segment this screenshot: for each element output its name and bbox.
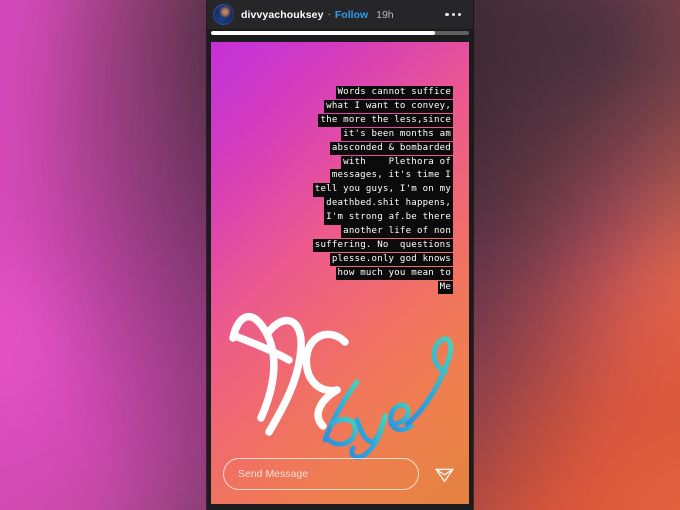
story-header: divvyachouksey · Follow 19h <box>207 0 473 29</box>
caption-line: what I want to convey, <box>324 99 453 114</box>
caption-line: Me <box>437 280 453 295</box>
caption-line: suffering. No questions <box>312 238 453 253</box>
send-paper-plane-icon[interactable] <box>431 461 457 487</box>
story-viewer-screen: divvyachouksey · Follow 19h Words cannot… <box>0 0 680 510</box>
follow-button[interactable]: Follow <box>335 9 368 21</box>
caption-line: another life of non <box>341 225 453 239</box>
caption-line: with Plethora of <box>341 155 453 169</box>
signature-dc-icon <box>229 313 349 436</box>
caption-line: it's been months am <box>341 127 453 142</box>
send-message-bar <box>223 458 457 490</box>
handwriting-bye-icon <box>322 336 454 460</box>
story-media[interactable]: Words cannot suffice what I want to conve… <box>211 42 469 504</box>
send-message-input[interactable] <box>223 458 419 490</box>
caption-line: Words cannot suffice <box>335 86 453 100</box>
caption-line: deathbed.shit happens, <box>324 197 453 211</box>
caption-line: tell you guys, I'm on my <box>312 183 453 197</box>
separator-dot: · <box>327 9 331 20</box>
dot-2 <box>451 12 455 17</box>
more-options-icon[interactable] <box>435 7 463 22</box>
caption-line: plesse.only god knows <box>329 252 453 267</box>
caption-line: messages, it's time I <box>329 169 453 183</box>
story-caption-text: Words cannot suffice what I want to conve… <box>225 86 453 295</box>
story-progress-bar[interactable] <box>211 31 469 35</box>
caption-line: absconded & bombarded <box>329 141 453 156</box>
dot-1 <box>445 12 449 17</box>
caption-line: the more the less,since <box>318 113 453 128</box>
profile-avatar[interactable] <box>213 4 234 25</box>
story-panel: divvyachouksey · Follow 19h Words cannot… <box>207 0 473 510</box>
dot-3 <box>457 12 461 17</box>
story-progress-fill <box>211 31 436 35</box>
timestamp-label: 19h <box>376 8 394 21</box>
username-label[interactable]: divvyachouksey <box>241 9 324 21</box>
caption-line: how much you mean to <box>335 266 453 281</box>
caption-line: I'm strong af.be there <box>324 211 453 225</box>
